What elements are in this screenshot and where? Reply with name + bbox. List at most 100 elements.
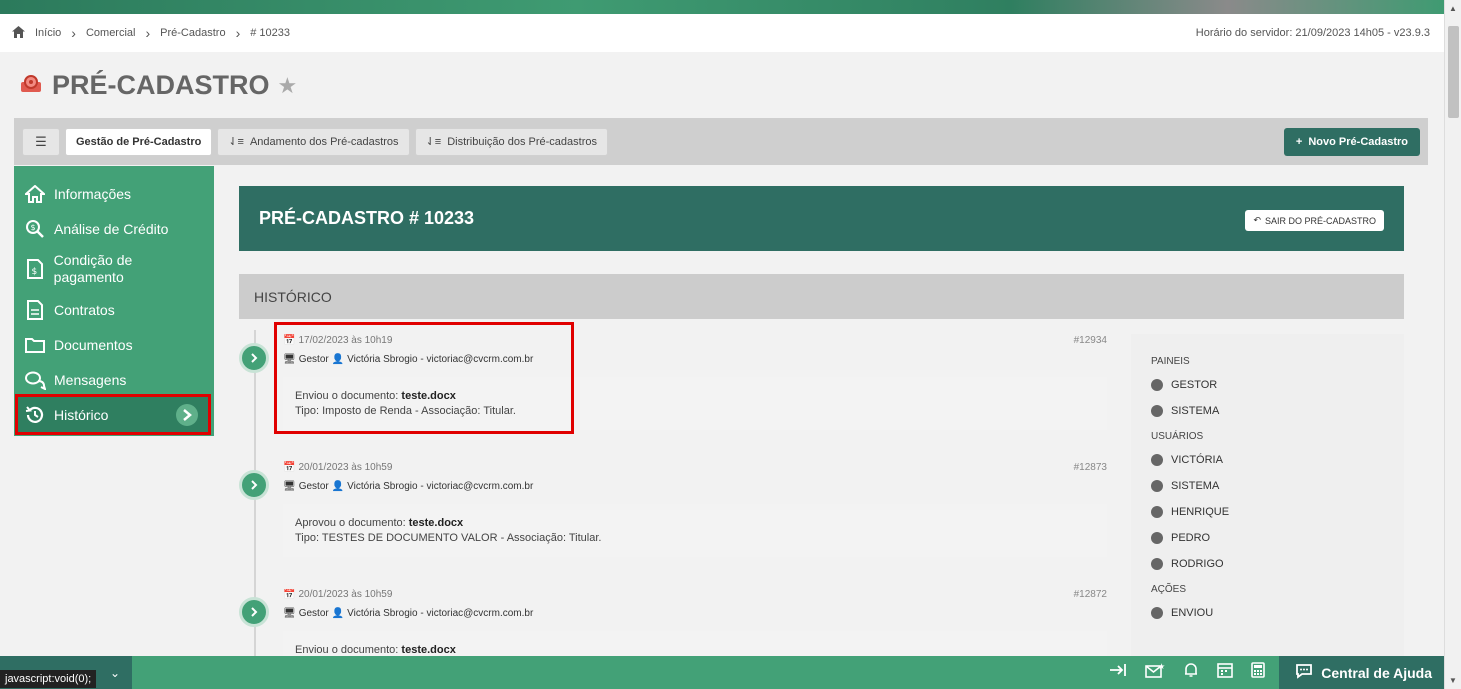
filter-group-title: AÇÕES bbox=[1151, 584, 1187, 595]
calendar-icon[interactable] bbox=[1217, 662, 1234, 683]
filter-group-usuarios: USUÁRIOS VICTÓRIA SISTEMA HENRIQUE PEDRO… bbox=[1151, 431, 1384, 570]
hamburger-icon: ☰ bbox=[35, 133, 47, 149]
entry-user: Victória Sbrogio - victoriac@cvcrm.com.b… bbox=[347, 608, 534, 619]
mail-star-icon[interactable]: ★ bbox=[1145, 662, 1165, 683]
scroll-up-icon[interactable]: ▲ bbox=[1449, 4, 1457, 13]
radio-bullet-icon bbox=[1151, 607, 1163, 619]
filter-group-acoes: AÇÕES ENVIOU bbox=[1151, 584, 1384, 619]
entry-file: teste.docx bbox=[408, 517, 464, 529]
radio-bullet-icon bbox=[1151, 558, 1163, 570]
tab-label: Andamento dos Pré-cadastros bbox=[249, 135, 399, 148]
entry-author: 🖥 Gestor 👤 Victória Sbrogio - victoriac@cvc… bbox=[283, 608, 533, 619]
entry-date: 📅 20/01/2023 às 10h59 bbox=[283, 462, 392, 473]
button-label: SAIR DO PRÉ-CADASTRO bbox=[1264, 215, 1376, 226]
filter-option-label: ENVIOU bbox=[1171, 607, 1214, 619]
invoice-icon: $ bbox=[24, 258, 46, 280]
record-header: PRÉ-CADASTRO # 10233 ↶ SAIR DO PRÉ-CADAS… bbox=[239, 186, 1404, 251]
collapse-icon[interactable] bbox=[1109, 663, 1127, 682]
tab-distribuicao[interactable]: ⇃≡ Distribuição dos Pré-cadastros bbox=[414, 127, 608, 156]
entry-author: 🖥 Gestor 👤 Victória Sbrogio - victoriac@cvc… bbox=[283, 481, 533, 492]
sidebar-item-label: Informações bbox=[54, 185, 132, 202]
vertical-scrollbar[interactable]: ▲ ▼ bbox=[1444, 0, 1461, 689]
server-time: Horário do servidor: 21/09/2023 14h05 - … bbox=[1195, 27, 1430, 39]
page-title: PRÉ-CADASTRO bbox=[52, 70, 270, 100]
sidebar-item-label: Condição de pagamento bbox=[53, 252, 133, 285]
entry-date: 📅 20/01/2023 às 10h59 bbox=[283, 589, 392, 600]
filter-option[interactable]: HENRIQUE bbox=[1151, 506, 1384, 518]
calculator-icon[interactable] bbox=[1251, 662, 1266, 683]
filter-group-paineis: PAINEIS GESTOR SISTEMA bbox=[1151, 356, 1384, 417]
new-pre-cadastro-button[interactable]: + Novo Pré-Cadastro bbox=[1283, 127, 1420, 156]
svg-text:$: $ bbox=[31, 223, 36, 232]
entry-date-text: 20/01/2023 às 10h59 bbox=[298, 589, 393, 600]
sidebar-item-label: Análise de Crédito bbox=[54, 220, 169, 237]
sidebar-item-contratos[interactable]: Contratos bbox=[14, 292, 214, 327]
chevron-right-icon bbox=[176, 403, 198, 426]
radio-bullet-icon bbox=[1151, 506, 1163, 518]
sidebar-item-analise-credito[interactable]: $ Análise de Crédito bbox=[14, 211, 214, 246]
sidebar-item-condicao-pagamento[interactable]: $ Condição de pagamento bbox=[14, 246, 214, 292]
breadcrumb-current: # 10233 bbox=[250, 27, 291, 39]
filter-option[interactable]: RODRIGO bbox=[1151, 558, 1384, 570]
scroll-down-icon[interactable]: ▼ bbox=[1449, 676, 1457, 685]
breadcrumb-comercial[interactable]: Comercial bbox=[86, 27, 136, 39]
tab-label: Distribuição dos Pré-cadastros bbox=[447, 135, 597, 148]
help-center-button[interactable]: Central de Ajuda bbox=[1279, 656, 1444, 689]
user-icon: 👤 bbox=[331, 481, 345, 492]
filter-option[interactable]: VICTÓRIA bbox=[1151, 454, 1384, 466]
tabs-bar: ☰ Gestão de Pré-Cadastro ⇃≡ Andamento do… bbox=[14, 118, 1428, 165]
chat-icon bbox=[24, 369, 46, 391]
entry-action: Aprovou o documento: bbox=[295, 517, 406, 529]
tab-andamento[interactable]: ⇃≡ Andamento dos Pré-cadastros bbox=[217, 127, 410, 156]
radio-bullet-icon bbox=[1151, 454, 1163, 466]
favorite-star-icon[interactable]: ★ bbox=[278, 73, 298, 99]
entry-id: #12934 bbox=[1073, 335, 1107, 346]
expand-entry-button[interactable] bbox=[239, 470, 269, 500]
undo-icon: ↶ bbox=[1253, 215, 1261, 225]
filter-option[interactable]: ENVIOU bbox=[1151, 607, 1384, 619]
status-bar-link: javascript:void(0); bbox=[0, 670, 97, 688]
filter-option[interactable]: SISTEMA bbox=[1151, 405, 1384, 417]
entry-id: #12873 bbox=[1073, 462, 1107, 473]
breadcrumb-home[interactable]: Início bbox=[35, 27, 61, 39]
entry-id: #12872 bbox=[1073, 589, 1107, 600]
tab-gestao[interactable]: Gestão de Pré-Cadastro bbox=[65, 127, 213, 156]
entry-action: Enviou o documento: bbox=[295, 644, 399, 656]
filter-option[interactable]: SISTEMA bbox=[1151, 480, 1384, 492]
radio-bullet-icon bbox=[1151, 379, 1163, 391]
sidebar-item-informacoes[interactable]: Informações bbox=[14, 176, 214, 211]
history-section-header: HISTÓRICO bbox=[239, 274, 1404, 319]
sidebar-item-mensagens[interactable]: Mensagens bbox=[14, 362, 214, 397]
menu-toggle-button[interactable]: ☰ bbox=[22, 127, 60, 156]
filter-option[interactable]: PEDRO bbox=[1151, 532, 1384, 544]
breadcrumb-pre-cadastro[interactable]: Pré-Cadastro bbox=[160, 27, 225, 39]
bottom-toolbar: ⌄ ★ Central de Ajuda bbox=[0, 656, 1444, 689]
section-title: HISTÓRICO bbox=[254, 288, 332, 305]
radio-bullet-icon bbox=[1151, 480, 1163, 492]
history-entry: 📅 20/01/2023 às 10h59 🖥 Gestor 👤 Victória Sb… bbox=[239, 462, 1109, 562]
calendar-icon: 📅 bbox=[283, 462, 296, 473]
entry-content: Enviou o documento: teste.docx bbox=[283, 631, 1107, 656]
filter-option-label: VICTÓRIA bbox=[1171, 454, 1223, 466]
sidebar-item-label: Mensagens bbox=[54, 371, 127, 388]
sidebar-item-documentos[interactable]: Documentos bbox=[14, 327, 214, 362]
search-dollar-icon: $ bbox=[24, 218, 46, 240]
monitor-icon: 🖥 bbox=[283, 481, 296, 492]
exit-pre-cadastro-button[interactable]: ↶ SAIR DO PRÉ-CADASTRO bbox=[1245, 210, 1384, 231]
entry-user: Victória Sbrogio - victoriac@cvcrm.com.b… bbox=[347, 481, 534, 492]
sidebar-item-historico[interactable]: Histórico bbox=[15, 394, 211, 435]
help-center-label: Central de Ajuda bbox=[1321, 664, 1432, 681]
highlight-annotation bbox=[274, 322, 574, 434]
scroll-thumb[interactable] bbox=[1448, 26, 1459, 118]
filter-option[interactable]: GESTOR bbox=[1151, 379, 1384, 391]
user-icon: 👤 bbox=[331, 608, 345, 619]
filter-group-title: PAINEIS bbox=[1151, 356, 1190, 367]
top-header-bar bbox=[0, 0, 1444, 14]
bell-icon[interactable] bbox=[1183, 662, 1199, 683]
radio-bullet-icon bbox=[1151, 532, 1163, 544]
home-icon[interactable] bbox=[12, 25, 25, 41]
history-entry: 📅 20/01/2023 às 10h59 🖥 Gestor 👤 Victória Sb… bbox=[239, 589, 1109, 656]
chevron-right-icon: › bbox=[71, 25, 76, 41]
expand-entry-button[interactable] bbox=[239, 597, 269, 627]
expand-entry-button[interactable] bbox=[239, 343, 269, 373]
